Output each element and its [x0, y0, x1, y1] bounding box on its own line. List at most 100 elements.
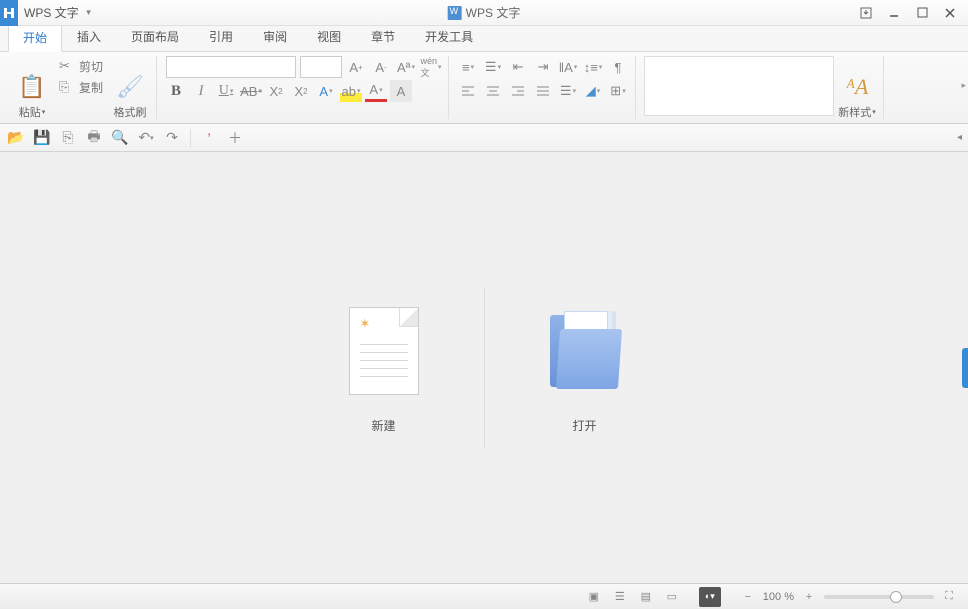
distribute-button[interactable]: ☰	[557, 80, 579, 102]
bold-button[interactable]: B	[165, 80, 187, 102]
open-document-button[interactable]: 打开	[485, 301, 685, 434]
increase-indent-button[interactable]: ⇥	[532, 56, 554, 78]
new-document-icon	[349, 307, 419, 395]
open-folder-icon	[546, 307, 624, 395]
app-menu-dropdown-icon[interactable]: ▼	[85, 8, 95, 18]
superscript-button[interactable]: X2	[265, 80, 287, 102]
format-painter-label: 格式刷	[114, 104, 147, 120]
workspace: 新建 打开	[0, 152, 968, 583]
show-marks-button[interactable]: ¶	[607, 56, 629, 78]
paragraph-group: ≡ ☰ ⇤ ⇥ ‖A ↕≡ ¶ ☰ ◢ ⊞	[451, 56, 636, 119]
view-outline-button[interactable]: ☰	[609, 587, 631, 607]
brush-icon: 🖌	[116, 70, 144, 104]
cut-label: 剪切	[79, 58, 103, 75]
highlight-button[interactable]: ab	[340, 80, 362, 102]
font-group: A+ A- Aª wén文 B I U AB X2 X2 A ab A A	[159, 56, 449, 119]
grow-font-button[interactable]: A+	[345, 56, 367, 78]
paste-label: 粘贴	[19, 104, 41, 120]
view-page-button[interactable]: ▣	[583, 587, 605, 607]
underline-button[interactable]: U	[215, 80, 237, 102]
copy-icon: ⎘	[59, 79, 75, 95]
copy-label: 复制	[79, 79, 103, 96]
new-style-button[interactable]: ᴬA 新样式▾	[837, 56, 877, 120]
tab-start[interactable]: 开始	[8, 24, 62, 52]
ribbon-tabs: 开始 插入 页面布局 引用 审阅 视图 章节 开发工具	[0, 26, 968, 52]
zoom-in-button[interactable]: +	[798, 587, 820, 607]
align-right-button[interactable]	[507, 80, 529, 102]
new-document-button[interactable]: 新建	[284, 301, 484, 434]
text-effects-button[interactable]: A	[315, 80, 337, 102]
numbering-button[interactable]: ☰	[482, 56, 504, 78]
side-panel-handle[interactable]	[962, 348, 968, 388]
open-file-button[interactable]: 📂	[6, 128, 26, 148]
copy-button[interactable]: ⎘复制	[55, 77, 107, 97]
tray-button[interactable]	[852, 1, 880, 25]
tab-page-layout[interactable]: 页面布局	[116, 23, 194, 51]
style-gallery[interactable]	[644, 56, 834, 116]
ribbon: 📋 粘贴▾ ✂剪切 ⎘复制 🖌 格式刷 A+ A- Aª wén文 B I U …	[0, 52, 968, 124]
tab-review[interactable]: 审阅	[248, 23, 302, 51]
line-spacing-button[interactable]: ↕≡	[582, 56, 604, 78]
print-preview-button[interactable]: 🔍	[110, 128, 130, 148]
undo-button[interactable]: ↶▾	[136, 128, 156, 148]
tab-references[interactable]: 引用	[194, 23, 248, 51]
styles-group: ᴬA 新样式▾	[638, 56, 884, 119]
dark-mode-button[interactable]: ◐▾	[699, 587, 721, 607]
phonetic-guide-button[interactable]: wén文	[420, 56, 442, 78]
comment-button[interactable]: ’	[199, 128, 219, 148]
close-button[interactable]	[936, 1, 964, 25]
change-case-button[interactable]: Aª	[395, 56, 417, 78]
fullscreen-button[interactable]: ⛶	[938, 587, 960, 607]
new-style-icon: ᴬA	[846, 70, 869, 104]
align-center-button[interactable]	[482, 80, 504, 102]
separator	[190, 129, 191, 147]
font-family-select[interactable]	[166, 56, 296, 78]
save-button[interactable]: 💾	[32, 128, 52, 148]
open-document-label: 打开	[572, 417, 596, 434]
zoom-level[interactable]: 100 %	[763, 591, 794, 603]
font-color-button[interactable]: A	[365, 80, 387, 102]
shading-button[interactable]: ◢	[582, 80, 604, 102]
app-logo-icon	[0, 0, 18, 26]
zoom-out-button[interactable]: −	[737, 587, 759, 607]
new-style-label: 新样式	[838, 104, 871, 120]
minimize-button[interactable]	[880, 1, 908, 25]
paste-button[interactable]: 📋 粘贴▾	[12, 56, 52, 120]
char-shading-button[interactable]: A	[390, 80, 412, 102]
document-title-text: WPS 文字	[466, 4, 521, 21]
view-web-button[interactable]: ▤	[635, 587, 657, 607]
text-direction-button[interactable]: ‖A	[557, 56, 579, 78]
tab-insert[interactable]: 插入	[62, 23, 116, 51]
tab-developer[interactable]: 开发工具	[410, 23, 488, 51]
view-reading-button[interactable]: ▭	[661, 587, 683, 607]
tab-section[interactable]: 章节	[356, 23, 410, 51]
justify-button[interactable]	[532, 80, 554, 102]
new-document-label: 新建	[371, 417, 395, 434]
maximize-button[interactable]	[908, 1, 936, 25]
borders-button[interactable]: ⊞	[607, 80, 629, 102]
ruler-toggle-icon[interactable]: ◂	[957, 132, 962, 143]
subscript-button[interactable]: X2	[290, 80, 312, 102]
print-button[interactable]: 🖶	[84, 128, 104, 148]
add-button[interactable]: ＋	[225, 128, 245, 148]
bullets-button[interactable]: ≡	[457, 56, 479, 78]
title-bar: WPS 文字 ▼ WPS 文字	[0, 0, 968, 26]
cut-button[interactable]: ✂剪切	[55, 56, 107, 76]
scissors-icon: ✂	[59, 58, 75, 74]
app-name: WPS 文字	[18, 4, 85, 21]
document-icon	[448, 6, 462, 20]
font-size-select[interactable]	[300, 56, 342, 78]
ribbon-expand-icon[interactable]: ▸	[961, 80, 966, 91]
shrink-font-button[interactable]: A-	[370, 56, 392, 78]
format-painter-button[interactable]: 🖌 格式刷	[110, 56, 150, 120]
export-button[interactable]: ⎘	[58, 128, 78, 148]
tab-view[interactable]: 视图	[302, 23, 356, 51]
strikethrough-button[interactable]: AB	[240, 80, 262, 102]
decrease-indent-button[interactable]: ⇤	[507, 56, 529, 78]
italic-button[interactable]: I	[190, 80, 212, 102]
paste-icon: 📋	[18, 70, 45, 104]
zoom-slider[interactable]	[824, 595, 934, 599]
redo-button[interactable]: ↷	[162, 128, 182, 148]
align-left-button[interactable]	[457, 80, 479, 102]
clipboard-group: 📋 粘贴▾ ✂剪切 ⎘复制 🖌 格式刷	[6, 56, 157, 119]
